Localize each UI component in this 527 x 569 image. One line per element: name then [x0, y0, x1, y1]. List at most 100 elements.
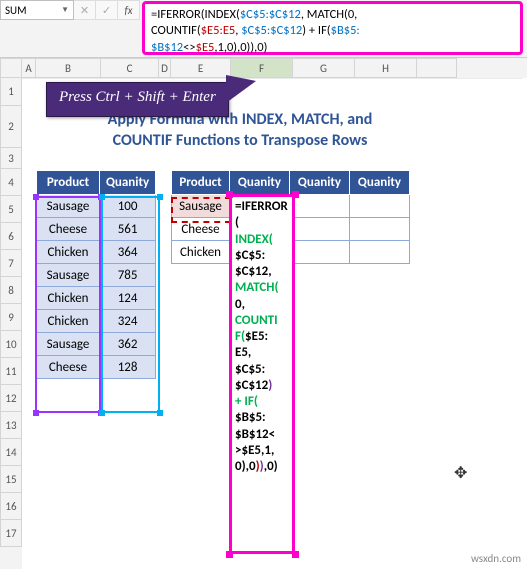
cell[interactable]: 362 — [100, 333, 156, 356]
col-quantity[interactable]: Quanity — [230, 171, 290, 195]
confirm-button[interactable]: ✓ — [96, 0, 118, 20]
name-box[interactable]: SUM ▼ — [0, 0, 74, 20]
table-row[interactable]: Chicken124 — [37, 287, 156, 310]
select-all-corner[interactable] — [0, 58, 22, 78]
t: $E5 — [241, 443, 261, 458]
row-header[interactable]: 17 — [0, 520, 22, 547]
row-header[interactable]: 4 — [0, 169, 22, 196]
col-header[interactable]: D — [159, 58, 171, 78]
cell[interactable]: 364 — [100, 241, 156, 264]
col-header[interactable]: A — [22, 58, 36, 78]
cell[interactable] — [350, 218, 410, 241]
row-header[interactable]: 8 — [0, 277, 22, 304]
row-header[interactable]: 15 — [0, 466, 22, 493]
cell[interactable] — [290, 241, 350, 264]
formula-part: , MATCH(0, — [301, 7, 357, 22]
selection-handle[interactable] — [99, 410, 105, 416]
cell[interactable]: Cheese — [37, 218, 100, 241]
row-header[interactable]: 2 — [0, 106, 22, 148]
table-row[interactable]: Chicken324 — [37, 310, 156, 333]
col-quantity[interactable]: Quanity — [350, 171, 410, 195]
table-row[interactable]: Cheese128 — [37, 356, 156, 379]
formula-part: ,1,0),0)),0) — [214, 40, 267, 55]
table-row[interactable]: Sausage100 — [37, 195, 156, 218]
t: 0, — [235, 297, 245, 312]
sheet-area[interactable]: A B C D E F G H Apply Formula with INDEX… — [22, 58, 527, 569]
col-header[interactable]: E — [171, 58, 231, 78]
table-row[interactable]: Cheese561 — [37, 218, 156, 241]
col-product[interactable]: Product — [37, 171, 100, 195]
selection-handle[interactable] — [157, 410, 163, 416]
dropdown-icon[interactable]: ▼ — [61, 5, 69, 15]
cell[interactable] — [350, 195, 410, 218]
cell[interactable]: Chicken — [37, 287, 100, 310]
formula-ref: $E5 — [196, 40, 215, 55]
col-header[interactable]: C — [101, 58, 159, 78]
selection-handle[interactable] — [99, 194, 105, 200]
selection-handle[interactable] — [157, 194, 163, 200]
row-headers: 1 2 3 4 5 6 7 8 9 10 11 12 13 14 15 16 1… — [0, 58, 22, 569]
t: $B$5: — [235, 410, 266, 425]
col-header[interactable]: G — [293, 58, 355, 78]
fx-button[interactable]: fx — [118, 0, 140, 20]
table-row[interactable]: Sausage785 — [37, 264, 156, 287]
t: ,0) — [264, 459, 278, 474]
formula-ref: $C$5:$C$12 — [241, 23, 302, 38]
formula-input[interactable]: =IFERROR(INDEX($C$5:$C$12, MATCH(0, COUN… — [142, 1, 523, 55]
col-product[interactable]: Product — [172, 171, 230, 195]
row-header[interactable]: 7 — [0, 250, 22, 277]
cell[interactable]: Sausage — [37, 333, 100, 356]
cell[interactable]: 100 — [100, 195, 156, 218]
col-header[interactable]: B — [36, 58, 101, 78]
cell[interactable] — [350, 241, 410, 264]
col-header[interactable]: H — [355, 58, 417, 78]
row-header[interactable]: 10 — [0, 331, 22, 358]
formula-ref: $C$5:$C$12 — [240, 7, 301, 22]
table-header-row: Product Quanity — [37, 171, 156, 195]
selection-handle[interactable] — [292, 191, 299, 198]
row-header[interactable]: 5 — [0, 196, 22, 223]
cell[interactable]: 324 — [100, 310, 156, 333]
cell[interactable]: 561 — [100, 218, 156, 241]
selection-handle[interactable] — [226, 551, 233, 558]
row-header[interactable]: 1 — [0, 78, 22, 106]
row-header[interactable]: 3 — [0, 148, 22, 169]
table-row[interactable]: Sausage362 — [37, 333, 156, 356]
row-header[interactable]: 14 — [0, 439, 22, 466]
source-table: Product Quanity Sausage100 Cheese561 Chi… — [36, 170, 156, 379]
cell[interactable]: 785 — [100, 264, 156, 287]
selection-handle[interactable] — [226, 191, 233, 198]
selection-handle[interactable] — [33, 410, 39, 416]
active-cell-editor[interactable]: =IFERROR( INDEX( $C$5: $C$12, MATCH( 0, … — [232, 197, 292, 552]
cell[interactable]: Cheese — [37, 356, 100, 379]
formula-ref: $E5:E5 — [201, 23, 236, 38]
cell[interactable]: 128 — [100, 356, 156, 379]
t: ,0 — [246, 459, 256, 474]
formula-ref: $B$5: — [331, 23, 360, 38]
callout-note: Press Ctrl + Shift + Enter — [46, 82, 229, 117]
selection-handle[interactable] — [33, 194, 39, 200]
t: $E5: — [245, 329, 268, 344]
cell[interactable]: Chicken — [37, 241, 100, 264]
selection-handle[interactable] — [292, 551, 299, 558]
t: F( — [235, 329, 245, 344]
cell[interactable]: Chicken — [172, 241, 230, 264]
cell[interactable]: 124 — [100, 287, 156, 310]
col-header[interactable] — [417, 58, 457, 78]
cell[interactable]: Sausage — [37, 195, 100, 218]
t: COUNTI — [235, 313, 278, 328]
cell[interactable] — [290, 218, 350, 241]
row-header[interactable]: 11 — [0, 358, 22, 385]
row-header[interactable]: 12 — [0, 385, 22, 412]
row-header[interactable]: 6 — [0, 223, 22, 250]
cell[interactable]: Sausage — [37, 264, 100, 287]
row-header[interactable]: 13 — [0, 412, 22, 439]
cell[interactable]: Chicken — [37, 310, 100, 333]
cancel-button[interactable]: ✕ — [74, 0, 96, 20]
t: $C$12, — [235, 264, 272, 279]
formula-part: ) + IF( — [302, 23, 330, 38]
table-row[interactable]: Chicken364 — [37, 241, 156, 264]
row-header[interactable]: 9 — [0, 304, 22, 331]
row-header[interactable]: 16 — [0, 493, 22, 520]
col-quantity[interactable]: Quanity — [100, 171, 156, 195]
